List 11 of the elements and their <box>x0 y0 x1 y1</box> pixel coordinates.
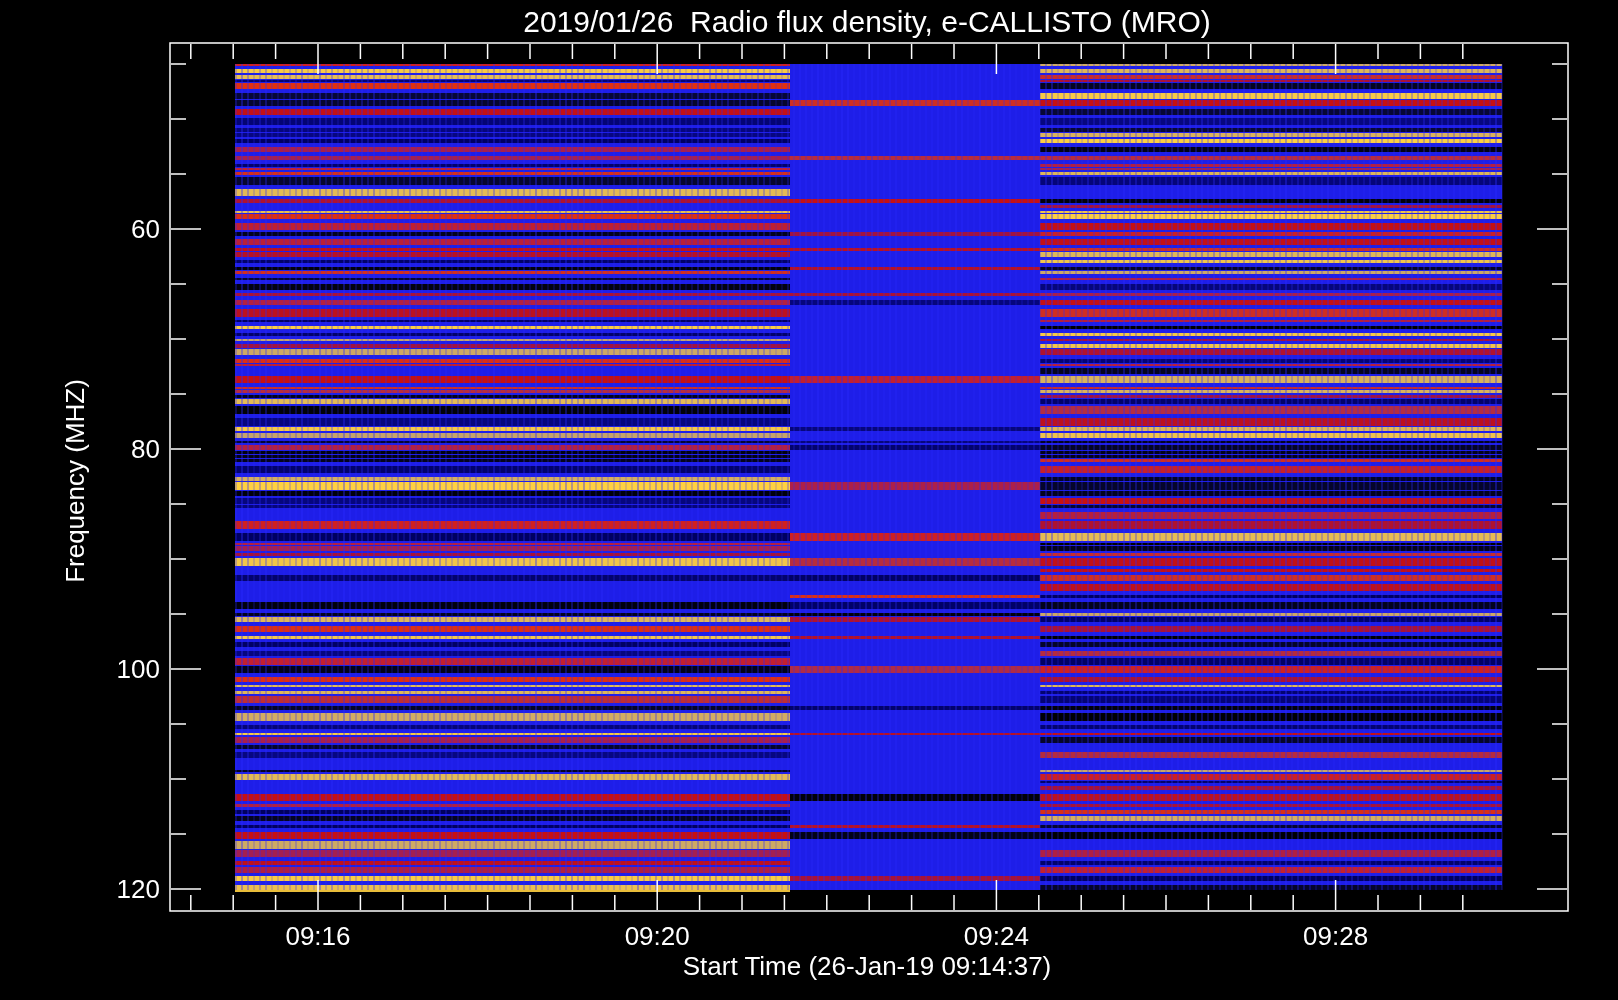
y-tick-label: 120 <box>116 874 160 904</box>
y-tick-label: 80 <box>131 434 160 464</box>
x-tick-label: 09:20 <box>624 921 690 951</box>
x-tick-label: 09:24 <box>963 921 1029 951</box>
chart-title: 2019/01/26 Radio flux density, e-CALLISTO (MRO) <box>523 5 1211 38</box>
y-tick-label: 60 <box>131 214 160 244</box>
y-axis-label: Frequency (MHZ) <box>60 379 90 583</box>
x-tick-label: 09:28 <box>1303 921 1369 951</box>
y-tick-label: 100 <box>116 654 160 684</box>
x-tick-label: 09:16 <box>285 921 351 951</box>
x-axis-label: Start Time (26-Jan-19 09:14:37) <box>682 951 1052 981</box>
